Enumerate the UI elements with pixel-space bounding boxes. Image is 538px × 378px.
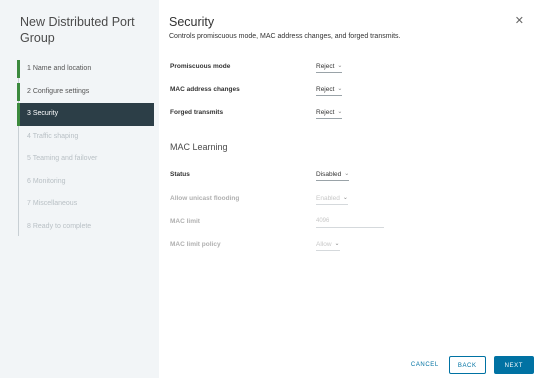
promiscuous-mode-row: Promiscuous mode Reject ⌄ bbox=[170, 60, 490, 74]
mac-limit-policy-row: MAC limit policy Allow ⌄ bbox=[170, 238, 490, 252]
mac-limit-policy-value: Allow bbox=[316, 241, 332, 248]
mac-limit-policy-label: MAC limit policy bbox=[170, 241, 221, 248]
next-button[interactable]: NEXT bbox=[493, 356, 534, 374]
mac-limit-label: MAC limit bbox=[170, 218, 200, 225]
chevron-down-icon: ⌄ bbox=[334, 241, 340, 247]
mac-address-changes-label: MAC address changes bbox=[170, 86, 240, 93]
forged-transmits-select[interactable]: Reject ⌄ bbox=[316, 107, 343, 119]
allow-unicast-flooding-value: Enabled bbox=[316, 195, 340, 202]
status-value: Disabled bbox=[316, 171, 342, 178]
forged-transmits-value: Reject bbox=[316, 109, 335, 116]
chevron-down-icon: ⌄ bbox=[337, 109, 343, 115]
wizard-title: New Distributed Port Group bbox=[20, 15, 135, 45]
step-security[interactable]: 3 Security bbox=[17, 103, 154, 126]
chevron-down-icon: ⌄ bbox=[344, 171, 350, 177]
wizard-content: Security Controls promiscuous mode, MAC … bbox=[159, 0, 538, 378]
step-traffic-shaping: 4 Traffic shaping bbox=[27, 132, 79, 140]
step-list: 1 Name and location 2 Configure settings… bbox=[0, 58, 159, 238]
step-ready-to-complete: 8 Ready to complete bbox=[27, 222, 92, 230]
forged-transmits-row: Forged transmits Reject ⌄ bbox=[170, 106, 490, 120]
mac-address-changes-row: MAC address changes Reject ⌄ bbox=[170, 83, 490, 97]
mac-address-changes-value: Reject bbox=[316, 86, 335, 93]
cancel-button[interactable]: CANCEL bbox=[409, 356, 441, 374]
wizard-dialog: New Distributed Port Group 1 Name and lo… bbox=[0, 0, 538, 378]
chevron-down-icon: ⌄ bbox=[337, 63, 343, 69]
mac-limit-input: 4096 bbox=[316, 216, 384, 228]
page-description: Controls promiscuous mode, MAC address c… bbox=[169, 33, 401, 40]
mac-limit-row: MAC limit 4096 bbox=[170, 215, 490, 229]
chevron-down-icon: ⌄ bbox=[342, 195, 348, 201]
mac-learning-title: MAC Learning bbox=[170, 142, 228, 152]
chevron-down-icon: ⌄ bbox=[337, 86, 343, 92]
allow-unicast-flooding-label: Allow unicast flooding bbox=[170, 195, 240, 202]
allow-unicast-flooding-row: Allow unicast flooding Enabled ⌄ bbox=[170, 192, 490, 206]
step-configure-settings[interactable]: 2 Configure settings bbox=[0, 81, 159, 104]
mac-limit-policy-select: Allow ⌄ bbox=[316, 239, 340, 251]
wizard-nav: New Distributed Port Group 1 Name and lo… bbox=[0, 0, 159, 378]
status-label: Status bbox=[170, 171, 190, 178]
promiscuous-mode-select[interactable]: Reject ⌄ bbox=[316, 61, 343, 73]
allow-unicast-flooding-select: Enabled ⌄ bbox=[316, 193, 348, 205]
forged-transmits-label: Forged transmits bbox=[170, 109, 224, 116]
step-name-and-location[interactable]: 1 Name and location bbox=[0, 58, 159, 81]
back-button[interactable]: BACK bbox=[448, 356, 486, 374]
promiscuous-mode-value: Reject bbox=[316, 63, 335, 70]
step-monitoring: 6 Monitoring bbox=[27, 177, 66, 185]
status-row: Status Disabled ⌄ bbox=[170, 168, 490, 182]
mac-address-changes-select[interactable]: Reject ⌄ bbox=[316, 84, 343, 96]
promiscuous-mode-label: Promiscuous mode bbox=[170, 63, 231, 70]
close-icon[interactable]: ✕ bbox=[515, 16, 524, 27]
wizard-footer: CANCEL BACK NEXT bbox=[401, 356, 534, 374]
step-teaming-and-failover: 5 Teaming and failover bbox=[27, 155, 98, 162]
page-title: Security bbox=[169, 15, 215, 29]
step-miscellaneous: 7 Miscellaneous bbox=[27, 200, 78, 207]
status-select[interactable]: Disabled ⌄ bbox=[316, 169, 350, 181]
